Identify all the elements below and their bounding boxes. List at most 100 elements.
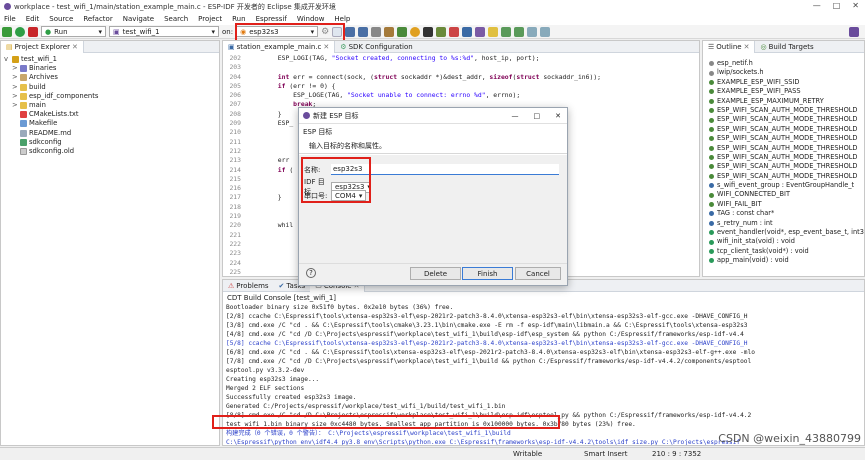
close-icon[interactable]: ✕ [72,43,78,51]
tree-item-binaries[interactable]: > Binaries [4,64,216,73]
terminal-icon[interactable] [423,26,434,37]
tree-item-esp-idf-components[interactable]: > esp_idf_components [4,92,216,101]
code-line[interactable]: 206 ESP_LOGE(TAG, "Socket unable to conn… [223,91,699,100]
tab-problems[interactable]: ⚠ Problems [223,280,274,292]
bug-icon[interactable] [436,26,447,37]
outline-item[interactable]: event_handler(void*, esp_event_base_t, i… [703,228,864,237]
tab-sdk-configuration[interactable]: ⚙ SDK Configuration [335,41,417,53]
forward-icon[interactable] [540,26,551,37]
run-icon[interactable] [15,26,25,37]
menu-search[interactable]: Search [164,15,188,23]
cancel-button[interactable]: Cancel [515,267,561,280]
close-window-button[interactable]: ✕ [852,1,859,10]
launch-mode-select[interactable]: ● Run ▾ [41,26,106,37]
tree-item-archives[interactable]: > Archives [4,73,216,82]
outline-item[interactable]: TAG : const char* [703,209,864,218]
outline-item[interactable]: EXAMPLE_ESP_MAXIMUM_RETRY [703,97,864,106]
expand-arrow-icon[interactable]: > [12,101,18,110]
menu-run[interactable]: Run [232,15,245,23]
outline-item[interactable]: s_retry_num : int [703,219,864,228]
tab-outline[interactable]: ☰ Outline ✕ [703,41,756,53]
tab-project-explorer[interactable]: ▤ Project Explorer ✕ [1,40,84,53]
expand-arrow-icon[interactable]: > [12,83,18,92]
outline-item[interactable]: ESP_WIFI_SCAN_AUTH_MODE_THRESHOLD [703,115,864,124]
outline-item[interactable]: esp_netif.h [703,59,864,68]
outline-item[interactable]: ESP_WIFI_SCAN_AUTH_MODE_THRESHOLD [703,172,864,181]
tab-build-targets[interactable]: ◎ Build Targets [755,41,818,53]
outline-item[interactable]: ESP_WIFI_SCAN_AUTH_MODE_THRESHOLD [703,153,864,162]
menu-source[interactable]: Source [49,15,73,23]
print-icon[interactable] [371,26,382,37]
open-type-icon[interactable] [462,26,473,37]
outline-panel: ☰ Outline ✕ ◎ Build Targets esp_netif.h l… [702,40,865,277]
next-annotation-icon[interactable] [501,26,512,37]
open-element-icon[interactable] [475,26,486,37]
dialog-close-button[interactable]: ✕ [549,112,567,120]
outline-item[interactable]: wifi_init_sta(void) : void [703,237,864,246]
console-line: [6/8] cmd.exe /C "cd . && C:\Espressif\t… [226,349,755,356]
search-icon[interactable] [410,26,421,37]
menu-help[interactable]: Help [334,15,350,23]
expand-arrow-icon[interactable]: v [4,55,10,64]
tree-item-readme[interactable]: README.md [4,129,216,138]
menu-refactor[interactable]: Refactor [83,15,112,23]
outline-item[interactable]: ESP_WIFI_SCAN_AUTH_MODE_THRESHOLD [703,144,864,153]
prev-annotation-icon[interactable] [514,26,525,37]
code-line[interactable]: 203 [223,63,699,72]
menu-window[interactable]: Window [297,15,325,23]
tab-station-example-main[interactable]: ▣ station_example_main.c ✕ [223,41,336,53]
menu-edit[interactable]: Edit [26,15,40,23]
menu-file[interactable]: File [4,15,16,23]
hammer-icon[interactable] [384,26,395,37]
save-all-icon[interactable] [358,26,369,37]
launch-config-select[interactable]: ▣ test_wifi_1 ▾ [109,26,219,37]
code-line[interactable]: 205 if (err != 0) { [223,82,699,91]
help-icon[interactable]: ? [306,268,316,278]
expand-arrow-icon[interactable]: > [12,92,18,101]
dialog-maximize-button[interactable]: □ [528,112,547,120]
code-line[interactable]: 202 ESP_LOGI(TAG, "Socket created, conne… [223,54,699,63]
outline-item[interactable]: tcp_client_task(void*) : void [703,247,864,256]
outline-item[interactable]: WIFI_CONNECTED_BIT [703,190,864,199]
code-line[interactable]: 204 int err = connect(sock, (struct sock… [223,73,699,82]
close-icon[interactable]: ✕ [323,43,329,51]
outline-item[interactable]: ESP_WIFI_SCAN_AUTH_MODE_THRESHOLD [703,162,864,171]
maximize-button[interactable]: □ [833,1,841,10]
outline-item[interactable]: ESP_WIFI_SCAN_AUTH_MODE_THRESHOLD [703,125,864,134]
tree-item-makefile[interactable]: Makefile [4,119,216,128]
tree-item-main[interactable]: > main [4,101,216,110]
outline-item[interactable]: EXAMPLE_ESP_WIFI_SSID [703,78,864,87]
menu-espressif[interactable]: Espressif [256,15,287,23]
outline-item[interactable]: WIFI_FAIL_BIT [703,200,864,209]
build-icon[interactable] [2,26,12,37]
outline-item[interactable]: lwip/sockets.h [703,68,864,77]
outline-item[interactable]: ESP_WIFI_SCAN_AUTH_MODE_THRESHOLD [703,106,864,115]
tree-item-project[interactable]: v test_wifi_1 [4,55,216,64]
menu-navigate[interactable]: Navigate [123,15,154,23]
outline-item[interactable]: ESP_WIFI_SCAN_AUTH_MODE_THRESHOLD [703,134,864,143]
debug-icon[interactable] [397,26,408,37]
outline-item[interactable]: EXAMPLE_ESP_WIFI_PASS [703,87,864,96]
tree-item-sdkconfig[interactable]: sdkconfig [4,138,216,147]
dialog-subtitle: 输入目标的名称和属性。 [309,142,386,150]
outline-item[interactable]: app_main(void) : void [703,256,864,265]
finish-button[interactable]: Finish [462,267,513,280]
tree-item-cmakelists[interactable]: CMakeLists.txt [4,110,216,119]
menu-project[interactable]: Project [198,15,222,23]
close-icon[interactable]: ✕ [744,43,750,51]
annotation-icon[interactable] [488,26,499,37]
perspective-icon[interactable] [849,26,859,37]
tree-item-build[interactable]: > build [4,83,216,92]
tree-item-sdkconfig-old[interactable]: sdkconfig.old [4,147,216,156]
expand-arrow-icon[interactable]: > [12,73,18,82]
back-icon[interactable] [527,26,538,37]
expand-arrow-icon[interactable]: > [12,64,18,73]
stop-icon[interactable] [28,26,38,37]
delete-button[interactable]: Delete [410,267,461,280]
dialog-minimize-button[interactable]: — [506,112,525,120]
external-tools-icon[interactable] [449,26,460,37]
makefile-icon [20,120,27,128]
save-icon[interactable] [345,26,356,37]
minimize-button[interactable]: — [813,1,821,10]
outline-item[interactable]: s_wifi_event_group : EventGroupHandle_t [703,181,864,190]
